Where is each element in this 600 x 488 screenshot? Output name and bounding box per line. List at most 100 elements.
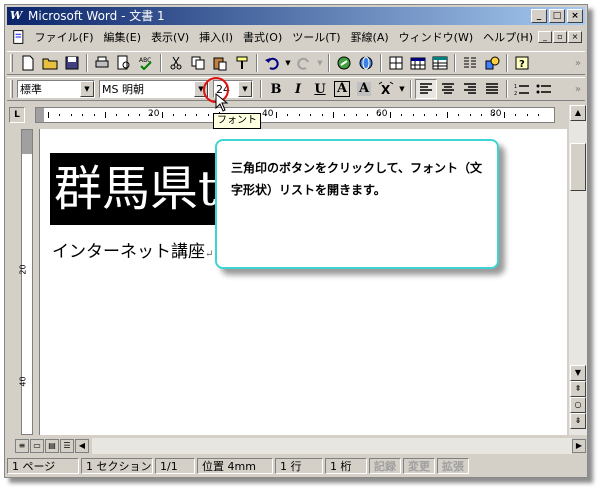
tables-borders-icon[interactable] [385, 53, 407, 73]
menu-view[interactable]: 表示(V) [146, 29, 194, 45]
status-bar: 1 ページ 1 セクション 1/1 位置 4mm 1 行 1 桁 記録 変更 拡… [7, 457, 585, 475]
scroll-thumb[interactable] [570, 143, 586, 191]
new-document-icon[interactable] [17, 53, 39, 73]
scaling-dropdown-icon[interactable]: ▼ [397, 79, 407, 99]
vertical-scrollbar[interactable]: ▲ ▼ ⇞ ○ ⇟ [569, 105, 587, 435]
browse-object-icon[interactable]: ○ [570, 397, 586, 413]
bold-button[interactable]: B [265, 79, 287, 99]
doc-close-button[interactable]: × [568, 31, 582, 43]
format-painter-icon[interactable] [231, 53, 253, 73]
menu-file[interactable]: ファイル(F) [30, 29, 99, 45]
ruler-tick [127, 114, 129, 116]
ruler-label: 20 [148, 109, 160, 119]
status-trk[interactable]: 変更 [403, 458, 435, 474]
bullets-icon[interactable] [533, 79, 555, 99]
character-border-label: A [333, 81, 351, 97]
horizontal-ruler[interactable]: 20 40 60 80 [35, 107, 555, 123]
status-line: 1 行 [275, 458, 323, 474]
horizontal-scrollbar[interactable] [92, 438, 572, 454]
minimize-button[interactable]: _ [531, 9, 547, 23]
style-dropdown-arrow-icon[interactable]: ▼ [80, 81, 94, 97]
formatting-toolbar: 標準 ▼ MS 明朝 ▼ 24 ▼ B I U A A X ▼ 12 » [7, 77, 585, 101]
toolbar-separator [328, 54, 330, 72]
document-controls: _ ▫ × [538, 31, 582, 43]
columns-icon[interactable] [459, 53, 481, 73]
redo-dropdown-icon[interactable]: ▼ [315, 53, 325, 73]
align-right-icon[interactable] [459, 79, 481, 99]
character-scaling-icon[interactable]: X [375, 79, 397, 99]
numbering-icon[interactable]: 12 [511, 79, 533, 99]
office-assistant-icon[interactable]: ? [511, 53, 533, 73]
font-tooltip: フォント [213, 113, 261, 129]
document-subline[interactable]: インターネット講座↵ [52, 237, 213, 262]
insert-worksheet-icon[interactable] [429, 53, 451, 73]
status-rec[interactable]: 記録 [369, 458, 401, 474]
maximize-button[interactable]: □ [549, 9, 565, 23]
toolbar-more-icon[interactable]: » [575, 58, 581, 69]
ruler-label: 80 [490, 109, 502, 119]
size-dropdown-arrow-icon[interactable]: ▼ [238, 81, 252, 97]
outline-view-icon[interactable]: ☰ [60, 439, 74, 453]
ruler-tick [321, 114, 323, 116]
undo-icon[interactable] [261, 53, 283, 73]
toolbar-more-icon[interactable]: » [575, 84, 581, 95]
word-app-icon[interactable]: W [10, 9, 24, 23]
character-shading-label: A [356, 81, 372, 96]
undo-dropdown-icon[interactable]: ▼ [283, 53, 293, 73]
hyperlink-icon[interactable] [333, 53, 355, 73]
scroll-up-icon[interactable]: ▲ [570, 105, 586, 121]
menu-help[interactable]: ヘルプ(H) [478, 29, 538, 45]
cut-icon[interactable] [165, 53, 187, 73]
menu-table[interactable]: 罫線(A) [346, 29, 394, 45]
vertical-ruler[interactable]: 20 40 [17, 129, 35, 435]
doc-restore-button[interactable]: ▫ [553, 31, 567, 43]
redo-icon[interactable] [293, 53, 315, 73]
italic-button[interactable]: I [287, 79, 309, 99]
print-icon[interactable] [91, 53, 113, 73]
style-combobox[interactable]: 標準 ▼ [17, 80, 95, 98]
previous-page-icon[interactable]: ⇞ [570, 381, 586, 397]
print-preview-icon[interactable] [113, 53, 135, 73]
document-icon[interactable] [11, 29, 26, 45]
scroll-down-icon[interactable]: ▼ [570, 365, 586, 381]
menu-format[interactable]: 書式(O) [238, 29, 287, 45]
print-layout-icon[interactable]: ▤ [45, 439, 59, 453]
scroll-left-icon[interactable]: ◀ [75, 439, 89, 453]
paste-icon[interactable] [209, 53, 231, 73]
underline-button[interactable]: U [309, 79, 331, 99]
save-icon[interactable] [61, 53, 83, 73]
align-left-icon[interactable] [415, 79, 437, 99]
character-border-button[interactable]: A [331, 79, 353, 99]
menu-edit[interactable]: 編集(E) [99, 29, 147, 45]
insert-table-icon[interactable] [407, 53, 429, 73]
font-combobox[interactable]: MS 明朝 ▼ [99, 80, 209, 98]
menu-window[interactable]: ウィンドウ(W) [394, 29, 478, 45]
web-toolbar-icon[interactable] [355, 53, 377, 73]
ruler-tick [276, 112, 277, 118]
normal-view-icon[interactable]: ≡ [15, 439, 29, 453]
open-folder-icon[interactable] [39, 53, 61, 73]
ruler-tick [447, 112, 448, 118]
scroll-right-icon[interactable]: ▶ [572, 439, 586, 453]
doc-minimize-button[interactable]: _ [538, 31, 552, 43]
ruler-label: 60 [376, 109, 388, 119]
toolbar-grip[interactable] [10, 80, 13, 98]
ruler-tick [173, 114, 175, 116]
copy-icon[interactable] [187, 53, 209, 73]
drawing-icon[interactable] [481, 53, 503, 73]
status-ext[interactable]: 拡張 [437, 458, 469, 474]
spelling-icon[interactable]: ABC [135, 53, 157, 73]
menu-tools[interactable]: ツール(T) [287, 29, 345, 45]
justify-distributed-icon[interactable] [481, 79, 503, 99]
close-button[interactable]: × [567, 9, 583, 23]
svg-text:1: 1 [514, 84, 517, 90]
align-center-icon[interactable] [437, 79, 459, 99]
toolbar-grip[interactable] [10, 54, 13, 72]
web-layout-icon[interactable]: ▭ [30, 439, 44, 453]
window-controls: _ □ × [531, 9, 583, 23]
next-page-icon[interactable]: ⇟ [570, 413, 586, 429]
menu-insert[interactable]: 挿入(I) [194, 29, 238, 45]
ruler-row: L 20 40 60 80 [7, 105, 585, 125]
character-shading-button[interactable]: A [353, 79, 375, 99]
tab-selector-icon[interactable]: L [9, 107, 25, 123]
